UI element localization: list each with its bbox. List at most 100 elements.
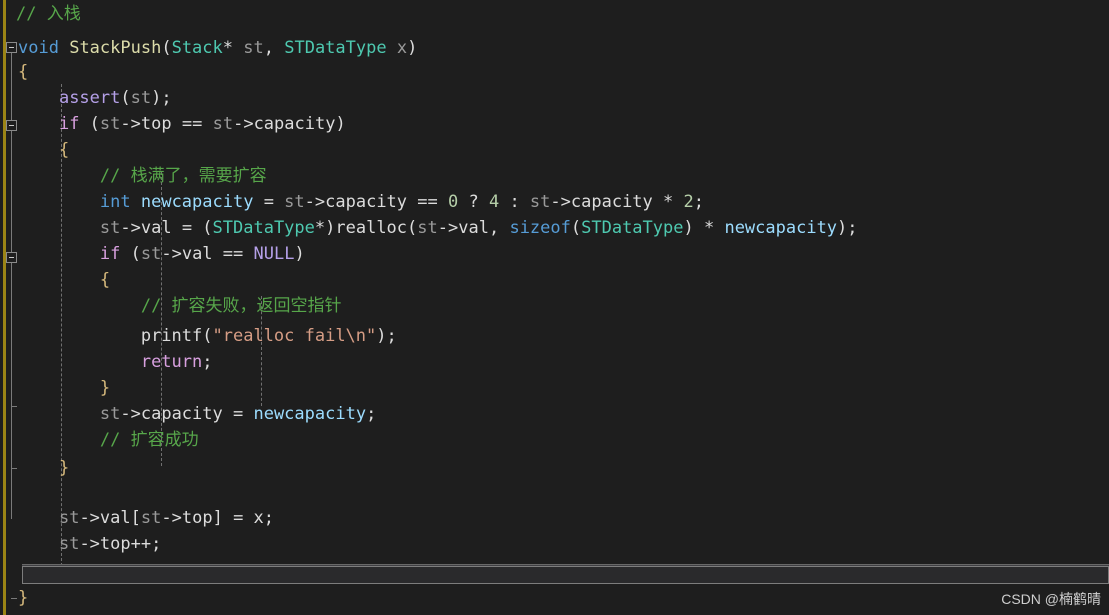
param-st: st (243, 38, 264, 58)
paren-close: ) (407, 38, 418, 58)
arrow: -> (79, 534, 100, 554)
code-line-17: // 扩容成功 (18, 428, 199, 453)
code-line-7: // 栈满了，需要扩容 (18, 164, 267, 189)
code-line-3: { (18, 60, 28, 85)
ident-st: st (140, 244, 162, 264)
watermark-text: CSDN @楠鹤晴 (1001, 591, 1101, 607)
paren-close: ) (683, 218, 694, 238)
brace-close-function: } (18, 588, 29, 608)
paren-open: ( (570, 218, 582, 238)
code-line-4: assert(st); (18, 86, 172, 111)
code-line-21: st->top++; (18, 532, 161, 557)
operator-mul: * (693, 218, 725, 238)
local-newcapacity: newcapacity (140, 192, 254, 212)
function-printf: printf (140, 326, 203, 346)
function-realloc: realloc (335, 218, 408, 238)
member-top: top (99, 534, 131, 554)
ternary-q: ? (458, 192, 489, 212)
member-capacity: capacity (140, 404, 223, 424)
code-line-6: { (18, 138, 69, 163)
ternary-colon: : (499, 192, 530, 212)
ident-st: st (99, 114, 121, 134)
operator-assign: = ( (171, 218, 213, 238)
brace-open-if: { (58, 140, 70, 160)
code-line-20: st->val[st->top] = x; (18, 506, 274, 531)
type-stack: Stack (171, 38, 223, 58)
comment-token: // 栈满了，需要扩容 (99, 166, 267, 186)
arrow: -> (120, 114, 141, 134)
paren-open: ( (407, 218, 418, 238)
paren-close-semi: ); (376, 326, 397, 346)
keyword-int: int (99, 192, 131, 212)
arrow: -> (304, 192, 326, 212)
code-line-11: { (18, 268, 110, 293)
semicolon: ; (263, 508, 275, 528)
arrow: -> (161, 244, 182, 264)
ident-st: st (284, 192, 305, 212)
keyword-if: if (58, 114, 80, 134)
member-capacity: capacity (325, 192, 408, 212)
comment-token: // 扩容成功 (99, 430, 199, 450)
ident-st: st (58, 534, 80, 554)
local-newcapacity: newcapacity (253, 404, 367, 424)
pointer-star: * (222, 38, 234, 58)
number-zero: 0 (447, 192, 459, 212)
operator-inc-semi: ++; (130, 534, 162, 554)
ident-st: st (140, 508, 162, 528)
member-top: top (181, 508, 213, 528)
code-line-14: return; (18, 350, 213, 375)
keyword-if: if (99, 244, 121, 264)
bracket-open: [ (130, 508, 141, 528)
bracket-close: ] (212, 508, 223, 528)
paren-open: ( (79, 114, 100, 134)
keyword-return: return (140, 352, 203, 372)
operator-assign: = (222, 404, 254, 424)
member-val: val (140, 218, 172, 238)
code-line-5: if (st->top == st->capacity) (18, 112, 346, 137)
ident-st: st (99, 404, 121, 424)
operator-eq: == (212, 244, 254, 264)
string-literal: "realloc fail\n" (212, 326, 377, 346)
paren-open: ( (202, 326, 213, 346)
type-stdatatype: STDataType (581, 218, 684, 238)
ident-st: st (58, 508, 80, 528)
code-line-13: printf("realloc fail\n"); (18, 324, 397, 349)
horizontal-scrollbar[interactable] (22, 564, 1109, 584)
cast-star-close: *) (314, 218, 336, 238)
brace-close-if-null: } (99, 378, 111, 398)
arrow: -> (120, 218, 141, 238)
comma: , (488, 218, 510, 238)
paren-close-semi: ); (837, 218, 858, 238)
arrow: -> (233, 114, 254, 134)
member-val: val (458, 218, 489, 238)
code-editor[interactable]: // 入栈 void StackPush(Stack* st, STDataTy… (0, 0, 1109, 615)
member-top: top (140, 114, 172, 134)
horizontal-scrollbar-thumb[interactable] (22, 566, 1109, 584)
member-capacity: capacity (570, 192, 653, 212)
paren-open: ( (120, 244, 141, 264)
arrow: -> (120, 404, 141, 424)
ident-st: st (417, 218, 438, 238)
comment-token: // 入栈 (16, 4, 81, 24)
function-name-stackpush: StackPush (69, 38, 162, 58)
code-text-area[interactable]: // 入栈 void StackPush(Stack* st, STDataTy… (0, 0, 1109, 615)
code-line-16: st->capacity = newcapacity; (18, 402, 376, 427)
arrow: -> (161, 508, 182, 528)
code-line-15: } (18, 376, 110, 401)
member-val: val (181, 244, 213, 264)
